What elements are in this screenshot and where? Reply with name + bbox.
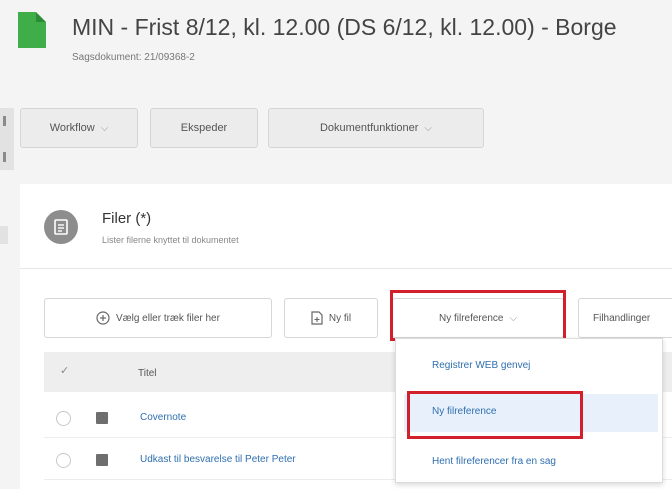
chevron-down-icon: ⌵ [509,312,518,324]
new-file-label: Ny fil [328,312,352,324]
page-subtitle: Sagsdokument: 21/09368-2 [72,52,195,63]
ekspeder-label: Ekspeder [180,122,228,134]
new-file-icon [311,311,323,325]
workflow-label: Workflow [49,122,95,134]
select-all-checkbox[interactable]: ✓ [60,364,69,377]
ekspeder-button[interactable]: Ekspeder [150,108,258,148]
new-file-button[interactable]: Ny fil [284,298,378,338]
dokumentfunktioner-button[interactable]: Dokumentfunktioner ⌵ [268,108,484,148]
row-checkbox[interactable] [56,411,71,426]
column-header-title: Titel [138,368,157,379]
files-icon [44,210,78,244]
left-edge-marker [3,152,6,162]
select-files-button[interactable]: Vælg eller træk filer her [44,298,272,338]
file-link[interactable]: Covernote [140,412,186,423]
file-actions-label: Filhandlinger [593,312,651,324]
file-type-icon [96,454,108,466]
files-subtitle: Lister filerne knyttet til dokumentet [102,235,239,245]
files-title: Filer (*) [102,210,152,227]
chevron-down-icon: ⌵ [100,122,109,134]
new-file-reference-label: Ny filreference [438,312,504,324]
select-files-label: Vælg eller træk filer her [116,312,220,324]
plus-circle-icon [96,311,110,325]
menu-item-new-file-reference[interactable]: Ny filreference [432,406,496,417]
page-title: MIN - Frist 8/12, kl. 12.00 (DS 6/12, kl… [72,14,617,40]
left-edge-marker [3,116,6,126]
file-link[interactable]: Udkast til besvarelse til Peter Peter [140,454,296,465]
divider [20,268,672,269]
left-edge-panel [0,226,8,244]
file-type-icon [96,412,108,424]
file-actions-button[interactable]: Filhandlinger [578,298,672,338]
new-file-reference-button[interactable]: Ny filreference ⌵ [392,298,564,338]
workflow-button[interactable]: Workflow ⌵ [20,108,138,148]
menu-item-fetch-file-references[interactable]: Hent filreferencer fra en sag [432,456,556,467]
row-checkbox[interactable] [56,453,71,468]
menu-item-register-web-shortcut[interactable]: Registrer WEB genvej [432,360,530,371]
chevron-down-icon: ⌵ [424,122,433,134]
document-icon [18,12,46,48]
dokumentfunktioner-label: Dokumentfunktioner [319,122,419,134]
